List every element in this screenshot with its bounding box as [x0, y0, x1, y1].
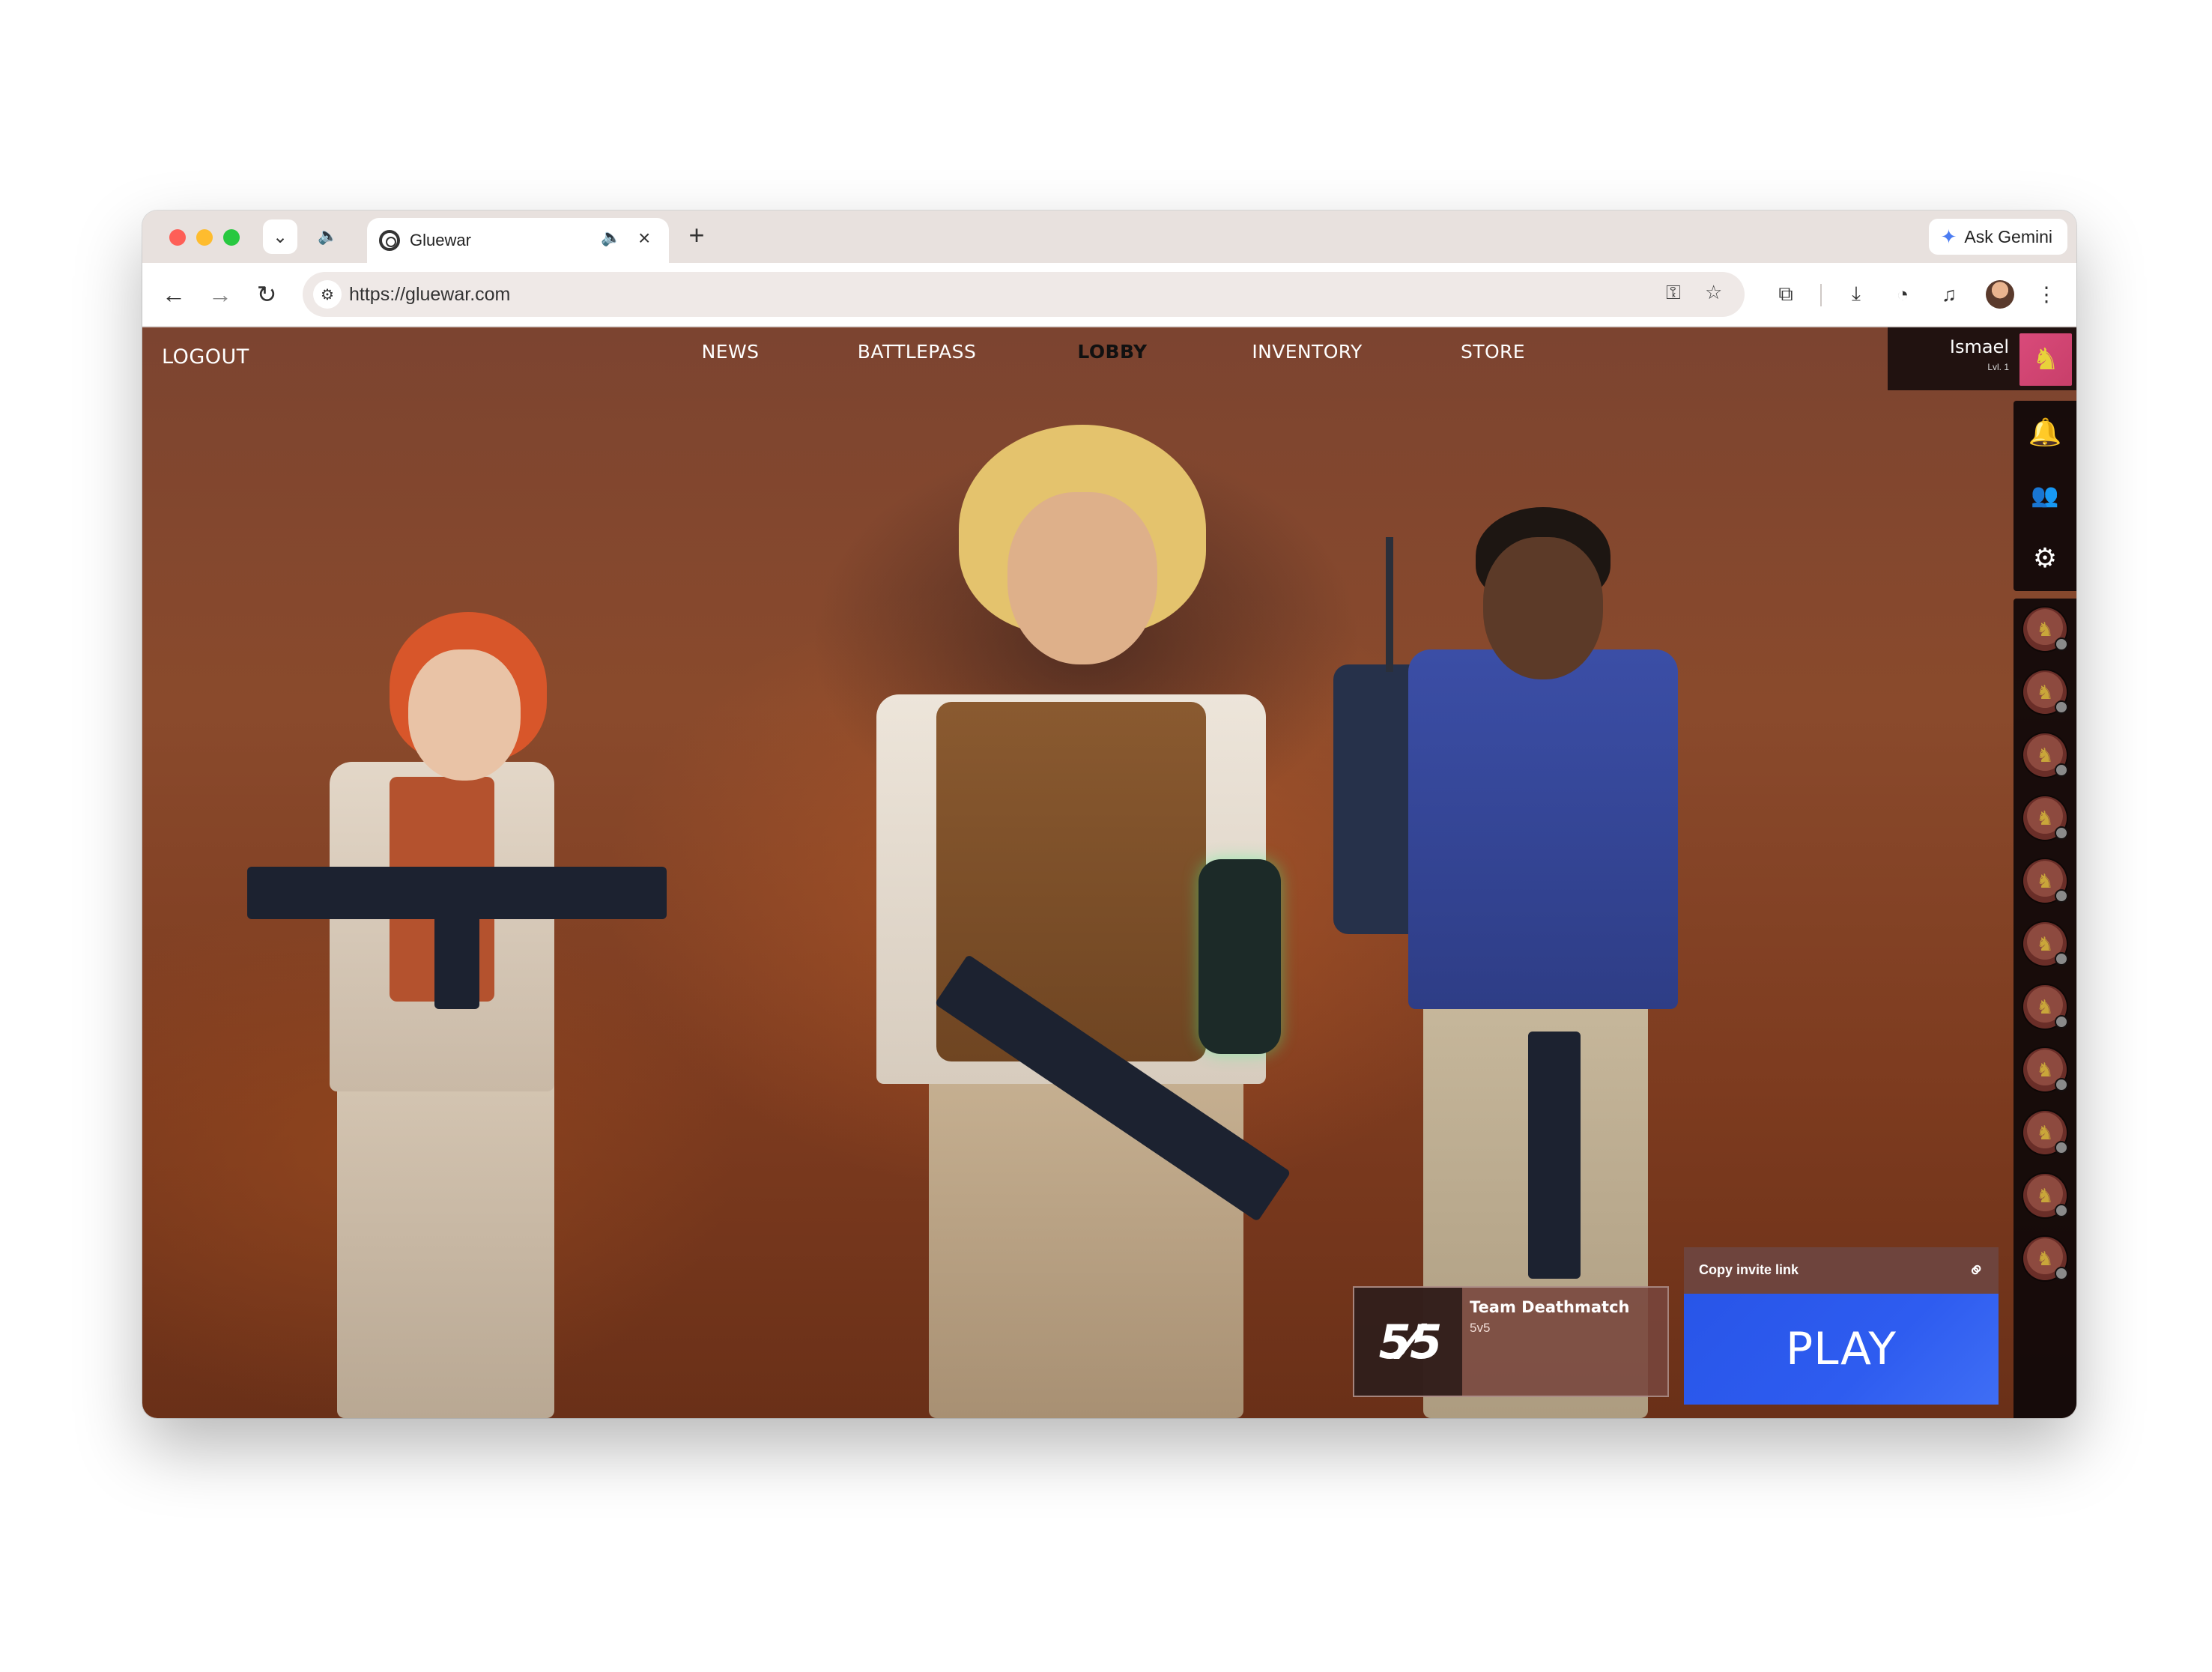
copy-invite-link-button[interactable]: Copy invite link ⚭: [1684, 1247, 1999, 1294]
friend-avatar[interactable]: ♞: [2023, 1237, 2068, 1280]
bell-icon[interactable]: 🔔: [2013, 401, 2076, 464]
friend-avatar[interactable]: ♞: [2023, 608, 2068, 651]
toolbar-divider: [1820, 284, 1822, 306]
character-center: [846, 425, 1341, 1418]
audio-icon[interactable]: 🔈: [313, 221, 343, 251]
favicon-icon: [379, 230, 400, 251]
tab-audio-icon[interactable]: 🔈: [601, 228, 621, 247]
site-settings-icon[interactable]: ⚙: [313, 280, 342, 309]
maximize-window-button[interactable]: [223, 229, 240, 246]
arrow-right-icon: →: [208, 280, 232, 308]
character-left: [247, 515, 667, 1418]
browser-toolbar: ← → ↻ ⚙ https://gluewar.com ⚿ ☆ ⧉ ⤓ ◔ ♫ …: [142, 263, 2076, 327]
link-icon: ⚭: [1962, 1255, 1991, 1285]
game-mode-selector[interactable]: 5⁄5 Team Deathmatch 5v5: [1353, 1286, 1669, 1397]
mode-subtitle: 5v5: [1470, 1321, 1491, 1335]
extensions-icon[interactable]: ⧉: [1769, 278, 1802, 311]
reload-button[interactable]: ↻: [250, 278, 283, 311]
ask-gemini-label: Ask Gemini: [1964, 226, 2052, 246]
tab-search-button[interactable]: ⌄: [263, 219, 297, 254]
logout-button[interactable]: LOGOUT: [162, 345, 249, 369]
player-avatar: ♞: [2019, 333, 2072, 386]
arrow-left-icon: ←: [162, 280, 186, 308]
forward-button[interactable]: →: [204, 278, 237, 311]
nav-store[interactable]: STORE: [1407, 327, 1579, 375]
friends-list: ♞ ♞ ♞ ♞ ♞ ♞ ♞ ♞ ♞ ♞ ♞: [2013, 599, 2076, 1418]
gemini-icon: ✦: [1940, 225, 1957, 248]
address-bar[interactable]: ⚙ https://gluewar.com ⚿ ☆: [303, 272, 1745, 317]
friends-icon[interactable]: 👥: [2013, 464, 2076, 527]
more-menu-icon[interactable]: ⋮: [2030, 278, 2063, 311]
friend-avatar[interactable]: ♞: [2023, 733, 2068, 777]
close-window-button[interactable]: [169, 229, 186, 246]
player-level: Lvl. 1: [1987, 362, 2009, 372]
friend-avatar[interactable]: ♞: [2023, 796, 2068, 840]
friend-avatar[interactable]: ♞: [2023, 859, 2068, 903]
nav-battlepass[interactable]: BATTLEPASS: [822, 327, 1011, 375]
nav-lobby[interactable]: LOBBY: [1017, 327, 1207, 375]
key-icon[interactable]: ⚿: [1666, 281, 1681, 305]
friend-avatar[interactable]: ♞: [2023, 922, 2068, 966]
side-actions: 🔔 👥 ⚙: [2013, 401, 2076, 591]
new-tab-button[interactable]: +: [682, 219, 712, 251]
nav-news[interactable]: NEWS: [644, 327, 816, 375]
character-right: [1326, 462, 1745, 1418]
tab-strip: ⌄ 🔈 Gluewar 🔈 × + ✦ Ask Gemini: [142, 210, 2076, 263]
gear-icon[interactable]: ⚙: [2013, 527, 2076, 590]
chevron-down-icon: ⌄: [272, 226, 288, 247]
ask-gemini-button[interactable]: ✦ Ask Gemini: [1928, 219, 2067, 255]
play-button[interactable]: PLAY: [1684, 1294, 1999, 1405]
player-name: Ismael: [1949, 336, 2009, 357]
friend-avatar[interactable]: ♞: [2023, 985, 2068, 1029]
url-text[interactable]: https://gluewar.com: [349, 284, 510, 306]
browser-tab[interactable]: Gluewar 🔈 ×: [367, 218, 669, 263]
browser-profile-avatar[interactable]: [1986, 280, 2014, 309]
download-icon[interactable]: ⤓: [1840, 278, 1873, 311]
invite-label: Copy invite link: [1699, 1262, 1799, 1277]
friend-avatar[interactable]: ♞: [2023, 1048, 2068, 1091]
star-icon[interactable]: ☆: [1705, 281, 1722, 304]
mode-icon: 5⁄5: [1354, 1288, 1462, 1396]
player-profile[interactable]: Ismael Lvl. 1 ♞: [1888, 327, 2076, 390]
friend-avatar[interactable]: ♞: [2023, 670, 2068, 714]
nav-inventory[interactable]: INVENTORY: [1213, 327, 1401, 375]
friend-avatar[interactable]: ♞: [2023, 1174, 2068, 1217]
back-button[interactable]: ←: [157, 278, 190, 311]
reload-icon: ↻: [256, 281, 277, 308]
mode-name: Team Deathmatch: [1470, 1298, 1630, 1316]
tab-title: Gluewar: [410, 231, 471, 249]
friend-avatar[interactable]: ♞: [2023, 1111, 2068, 1154]
media-icon[interactable]: ♫: [1933, 278, 1966, 311]
performance-icon[interactable]: ◔: [1886, 278, 1919, 311]
close-tab-button[interactable]: ×: [638, 226, 650, 250]
browser-window: ⌄ 🔈 Gluewar 🔈 × + ✦ Ask Gemini ← → ↻ ⚙ h…: [142, 210, 2076, 1418]
game-viewport: LOGOUT NEWS BATTLEPASS LOBBY INVENTORY S…: [142, 327, 2076, 1418]
minimize-window-button[interactable]: [196, 229, 213, 246]
